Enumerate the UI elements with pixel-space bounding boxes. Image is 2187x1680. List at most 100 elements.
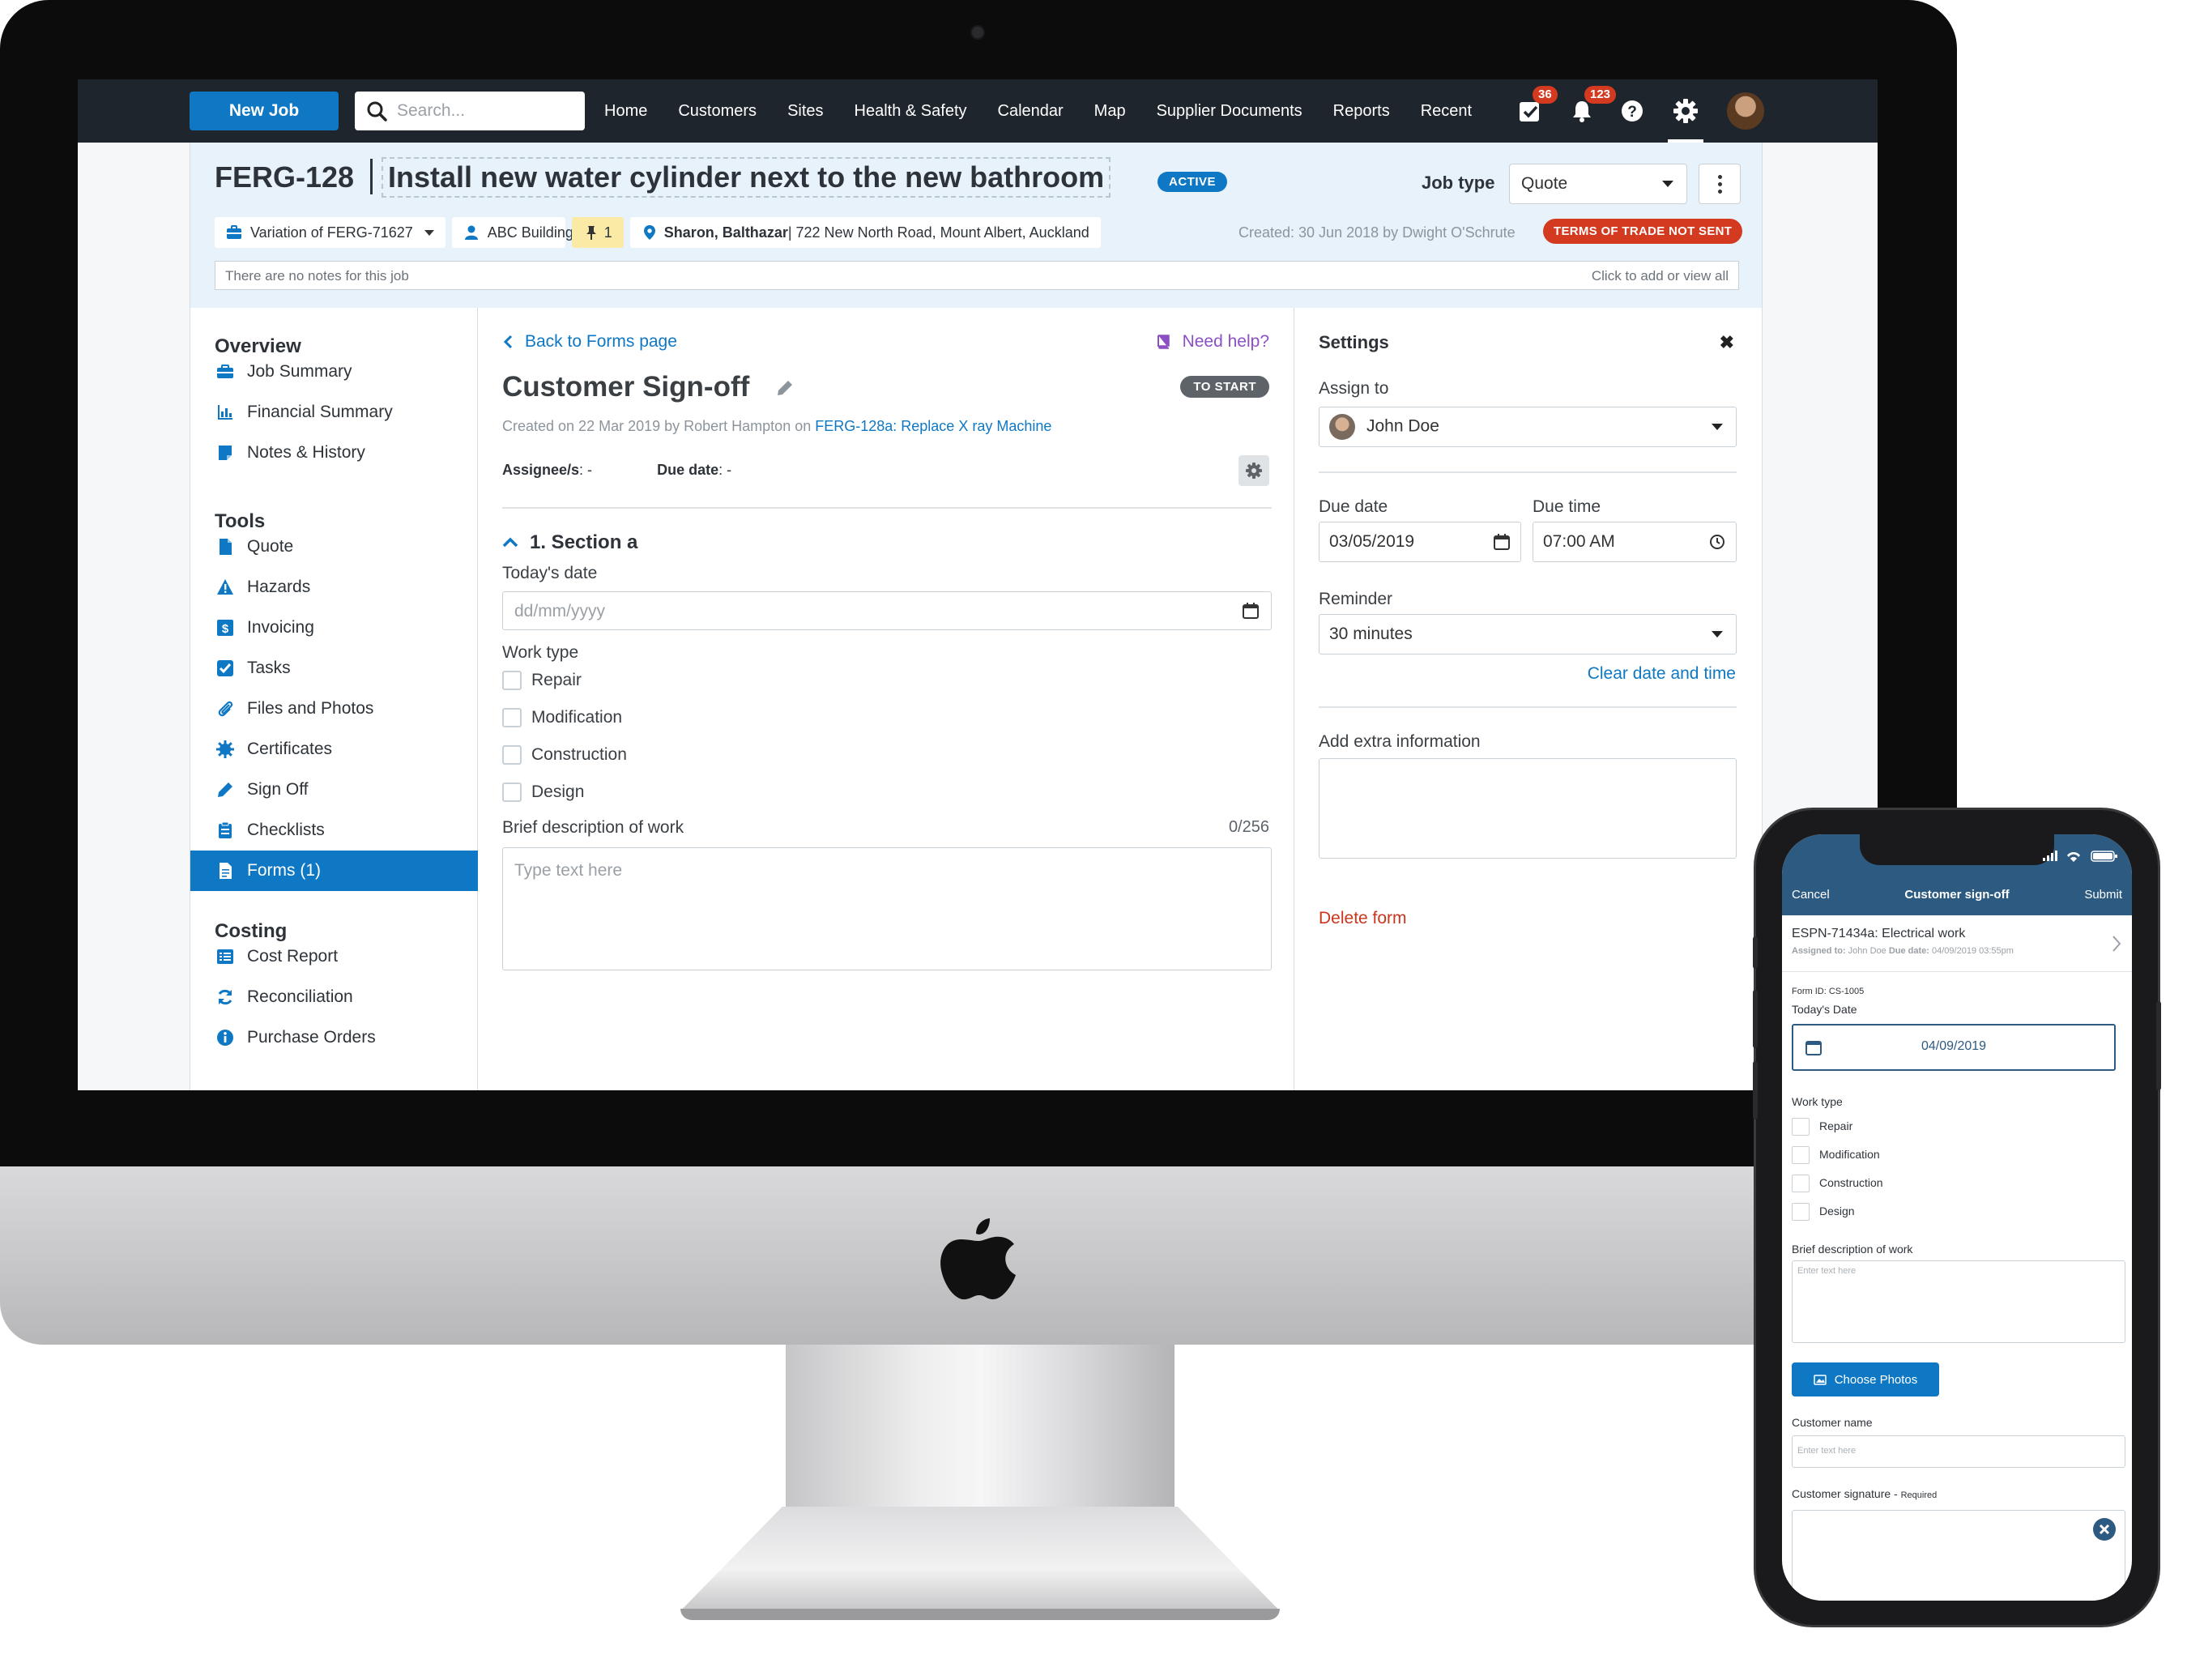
tasks-button[interactable]: 36 <box>1515 86 1558 126</box>
clear-date-time-link[interactable]: Clear date and time <box>1588 664 1736 684</box>
checkbox-repair[interactable] <box>502 671 522 690</box>
job-notes-bar[interactable]: There are no notes for this job Click to… <box>215 261 1739 290</box>
delete-form-link[interactable]: Delete form <box>1319 909 1407 928</box>
due-time-label: Due time <box>1533 497 1601 516</box>
clear-signature-icon[interactable] <box>2092 1517 2117 1541</box>
choose-photos-label: Choose Photos <box>1834 1372 1918 1387</box>
nav-calendar[interactable]: Calendar <box>998 102 1064 121</box>
brief-description-textarea[interactable]: Type text here <box>502 847 1272 970</box>
submit-button[interactable]: Submit <box>2084 888 2122 902</box>
new-job-button[interactable]: New Job <box>190 92 339 130</box>
sidebar-item-job-summary[interactable]: Job Summary <box>190 352 479 392</box>
briefcase-icon <box>217 365 233 378</box>
site-address-chip[interactable]: Sharon, Balthazar | 722 New North Road, … <box>629 217 1101 248</box>
signature-label-text: Customer signature - <box>1792 1487 1901 1500</box>
sidebar-item-checklists[interactable]: Checklists <box>190 810 479 851</box>
form-settings-button[interactable] <box>1238 455 1269 486</box>
help-icon: ? <box>1622 100 1643 122</box>
job-type-select[interactable]: Quote <box>1509 164 1687 204</box>
imac-stand-edge <box>680 1609 1280 1620</box>
due-date-input[interactable]: 03/05/2019 <box>1319 522 1521 562</box>
checkbox-design[interactable] <box>502 782 522 802</box>
extra-info-textarea[interactable] <box>1319 758 1737 859</box>
job-menu-button[interactable] <box>1699 164 1741 204</box>
pencil-icon[interactable] <box>776 379 794 397</box>
close-icon[interactable]: ✖ <box>1720 332 1734 353</box>
customer-name-input[interactable]: Enter text here <box>1792 1435 2125 1468</box>
reminder-select[interactable]: 30 minutes <box>1319 614 1737 655</box>
sidebar-item-quote[interactable]: Quote <box>190 527 479 567</box>
sidebar-item-label: Financial Summary <box>247 403 393 421</box>
sidebar-item-sign-off[interactable]: Sign Off <box>190 770 479 810</box>
nav-reports[interactable]: Reports <box>1333 102 1390 121</box>
user-avatar[interactable] <box>1727 92 1764 130</box>
due-time-input[interactable]: 07:00 AM <box>1533 522 1737 562</box>
checkbox-design[interactable] <box>1792 1203 1810 1221</box>
sidebar-item-invoicing[interactable]: $ Invoicing <box>190 608 479 648</box>
help-button[interactable]: ? <box>1617 96 1648 126</box>
nav-supplier-documents[interactable]: Supplier Documents <box>1157 102 1302 121</box>
sidebar-item-reconciliation[interactable]: Reconciliation <box>190 977 479 1017</box>
form-status-badge: TO START <box>1180 376 1269 398</box>
created-text: Created on 22 Mar 2019 by Robert Hampton… <box>502 418 816 434</box>
document-icon <box>220 539 232 555</box>
due-date-label: Due date <box>1319 497 1388 516</box>
back-to-forms-link[interactable]: Back to Forms page <box>502 332 677 352</box>
sidebar-item-certificates[interactable]: Certificates <box>190 729 479 770</box>
search-box[interactable] <box>355 92 585 130</box>
building-chip[interactable]: ABC Building <box>451 217 573 248</box>
settings-button[interactable] <box>1670 96 1701 126</box>
sidebar-item-cost-report[interactable]: Cost Report <box>190 936 479 977</box>
assigned-label: Assigned to: <box>1792 946 1846 956</box>
sidebar-item-notes-history[interactable]: Notes & History <box>190 433 479 473</box>
paperclip-icon <box>218 701 233 717</box>
nav-home[interactable]: Home <box>604 102 647 121</box>
sidebar-item-tasks[interactable]: Tasks <box>190 648 479 689</box>
phone-job-row[interactable] <box>1782 915 2132 972</box>
nav-health-safety[interactable]: Health & Safety <box>855 102 967 121</box>
imac-stand-neck <box>786 1345 1174 1531</box>
phone-button <box>1753 936 1758 969</box>
sidebar-item-hazards[interactable]: Hazards <box>190 567 479 608</box>
building-text: ABC Building <box>487 224 573 241</box>
checkbox-modification[interactable] <box>502 708 522 727</box>
sidebar-item-forms[interactable]: Forms (1) <box>190 851 479 891</box>
assign-to-select[interactable]: John Doe <box>1319 407 1737 447</box>
sidebar-item-financial-summary[interactable]: Financial Summary <box>190 392 479 433</box>
top-navbar: New Job Home Customers Sites Health & Sa… <box>78 79 1878 143</box>
checkbox-modification[interactable] <box>1792 1146 1810 1164</box>
variation-chip[interactable]: Variation of FERG-71627 <box>215 217 446 248</box>
notifications-badge: 123 <box>1584 86 1617 104</box>
signature-pad[interactable] <box>1792 1510 2125 1601</box>
nav-sites[interactable]: Sites <box>787 102 823 121</box>
divider <box>502 507 1272 509</box>
checkbox-construction[interactable] <box>502 745 522 765</box>
choose-photos-button[interactable]: Choose Photos <box>1792 1362 1939 1396</box>
notifications-button[interactable]: 123 <box>1567 86 1617 126</box>
terms-of-trade-badge[interactable]: TERMS OF TRADE NOT SENT <box>1543 219 1743 244</box>
nav-recent[interactable]: Recent <box>1421 102 1472 121</box>
sidebar-item-purchase-orders[interactable]: Purchase Orders <box>190 1017 479 1058</box>
section-title: 1. Section a <box>530 531 638 553</box>
job-title[interactable]: Install new water cylinder next to the n… <box>382 157 1111 198</box>
need-help-link[interactable]: Need help? <box>1155 332 1269 352</box>
nav-map[interactable]: Map <box>1094 102 1126 121</box>
job-type-label: Job type <box>1422 173 1495 193</box>
checkbox-repair[interactable] <box>1792 1118 1810 1136</box>
phone-date-input[interactable]: 04/09/2019 <box>1792 1024 2116 1071</box>
todays-date-label: Today's Date <box>1792 1003 1857 1016</box>
nav-customers[interactable]: Customers <box>678 102 757 121</box>
section-a-toggle[interactable]: 1. Section a <box>502 531 637 554</box>
pin-chip[interactable]: 1 <box>571 217 624 248</box>
checkbox-construction[interactable] <box>1792 1175 1810 1192</box>
sidebar-item-files-photos[interactable]: Files and Photos <box>190 689 479 729</box>
checkbox-label: Repair <box>1819 1119 1853 1132</box>
checkbox-label: Modification <box>1819 1148 1880 1161</box>
notes-link[interactable]: Click to add or view all <box>1592 268 1729 284</box>
dollar-icon: $ <box>217 620 233 636</box>
related-job-link[interactable]: FERG-128a: Replace X ray Machine <box>815 418 1051 434</box>
todays-date-input[interactable]: dd/mm/yyyy <box>502 591 1272 630</box>
checkbox-label: Repair <box>531 671 582 689</box>
search-input[interactable] <box>397 101 567 121</box>
phone-brief-textarea[interactable]: Enter text here <box>1792 1260 2125 1343</box>
